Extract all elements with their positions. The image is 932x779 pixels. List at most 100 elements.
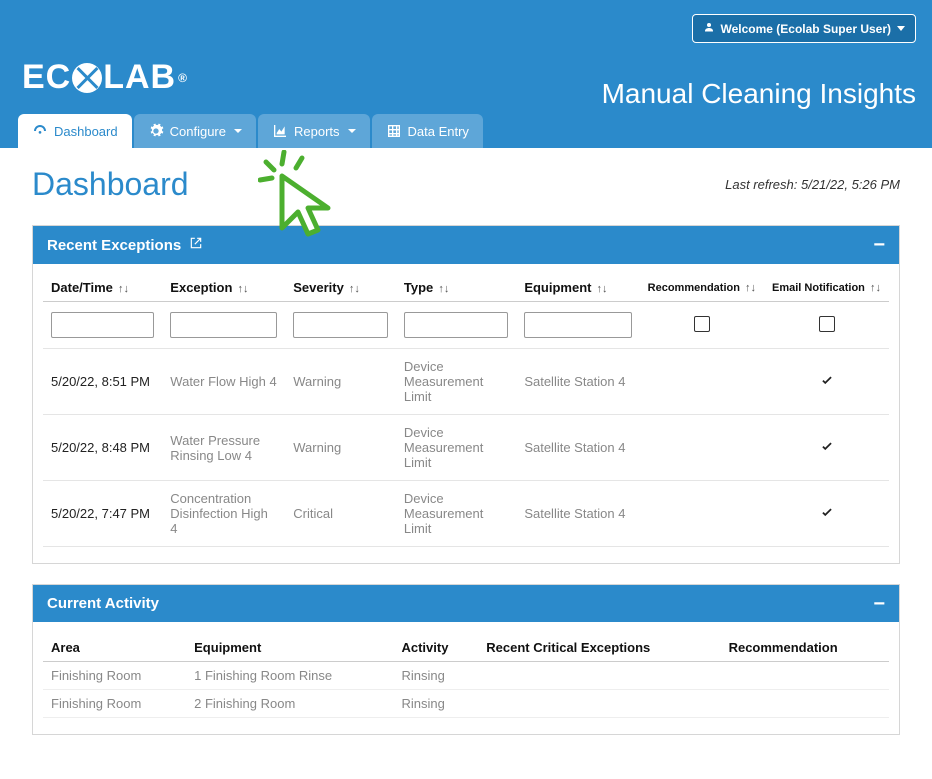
col-email-notification[interactable]: Email Notification ↑↓ [764,274,889,302]
tab-reports[interactable]: Reports [258,114,370,148]
sort-icon: ↑↓ [234,283,248,295]
cell-activity: Rinsing [393,662,478,690]
current-activity-table: Area Equipment Activity Recent Critical … [43,632,889,718]
grid-icon [386,123,402,139]
filter-datetime-input[interactable] [51,312,154,338]
cell-severity: Warning [285,415,396,481]
sort-icon: ↑↓ [435,283,449,295]
col-activity[interactable]: Activity [393,632,478,662]
current-activity-panel: Current Activity − Area Equipment Activi… [32,584,900,735]
cell-datetime: 5/20/22, 7:47 PM [43,481,162,547]
tab-configure[interactable]: Configure [134,114,256,148]
cell-recommendation [640,481,764,547]
sort-icon: ↑↓ [867,282,881,294]
recent-exceptions-table: Date/Time ↑↓ Exception ↑↓ Severity ↑↓ Ty… [43,274,889,547]
page-title: Dashboard [32,166,189,203]
tab-reports-label: Reports [294,124,340,139]
cell-recommendation [640,349,764,415]
tab-dashboard-label: Dashboard [54,124,118,139]
cell-datetime: 5/20/22, 8:48 PM [43,415,162,481]
col-exception[interactable]: Exception ↑↓ [162,274,285,302]
cell-equipment: 1 Finishing Room Rinse [186,662,393,690]
cell-recent-critical [478,662,720,690]
last-refresh-label: Last refresh: 5/21/22, 5:26 PM [725,177,900,192]
current-activity-title: Current Activity [47,595,159,612]
collapse-button[interactable]: − [873,238,885,252]
cell-email [764,349,889,415]
cell-email [764,481,889,547]
chart-icon [272,123,288,139]
nav-tabs: Dashboard Configure Reports Data Entry [18,114,483,148]
collapse-button[interactable]: − [873,597,885,611]
col-equipment[interactable]: Equipment [186,632,393,662]
logo-text-2: LAB [103,58,176,97]
table-row: 5/20/22, 8:51 PM Water Flow High 4 Warni… [43,349,889,415]
recent-exceptions-panel: Recent Exceptions − Date/Time ↑↓ Excepti… [32,225,900,564]
cell-equipment: Satellite Station 4 [516,349,639,415]
col-datetime[interactable]: Date/Time ↑↓ [43,274,162,302]
cell-area: Finishing Room [43,662,186,690]
col-equipment[interactable]: Equipment ↑↓ [516,274,639,302]
cell-severity: Critical [285,481,396,547]
cell-exception: Concentration Disinfection High 4 [162,481,285,547]
app-title: Manual Cleaning Insights [602,78,916,110]
sort-icon: ↑↓ [115,283,129,295]
cell-severity: Warning [285,349,396,415]
cell-recommendation [640,415,764,481]
logo-text-1: EC [22,58,71,97]
filter-recommendation-checkbox[interactable] [694,316,710,332]
table-row: 5/20/22, 7:47 PM Concentration Disinfect… [43,481,889,547]
cell-activity: Rinsing [393,690,478,718]
col-type[interactable]: Type ↑↓ [396,274,516,302]
chevron-down-icon [234,129,242,133]
cell-equipment: Satellite Station 4 [516,415,639,481]
cell-equipment: Satellite Station 4 [516,481,639,547]
logo-mark-icon [72,63,102,93]
sort-icon: ↑↓ [593,283,607,295]
cell-area: Finishing Room [43,690,186,718]
filter-exception-input[interactable] [170,312,277,338]
cell-type: Device Measurement Limit [396,349,516,415]
chevron-down-icon [348,129,356,133]
check-icon [820,375,834,390]
cell-recommendation [721,690,889,718]
cell-equipment: 2 Finishing Room [186,690,393,718]
col-area[interactable]: Area [43,632,186,662]
recent-exceptions-title: Recent Exceptions [47,237,181,254]
panel-header: Recent Exceptions − [33,226,899,264]
table-row: Finishing Room 1 Finishing Room Rinse Ri… [43,662,889,690]
tab-configure-label: Configure [170,124,226,139]
cell-email [764,415,889,481]
cell-type: Device Measurement Limit [396,481,516,547]
filter-severity-input[interactable] [293,312,388,338]
gear-icon [148,123,164,139]
panel-header: Current Activity − [33,585,899,622]
dashboard-icon [32,123,48,139]
logo: ECLAB® [22,58,188,97]
table-row: Finishing Room 2 Finishing Room Rinsing [43,690,889,718]
col-recommendation[interactable]: Recommendation ↑↓ [640,274,764,302]
user-welcome-label: Welcome (Ecolab Super User) [721,22,892,36]
chevron-down-icon [897,26,905,31]
check-icon [820,507,834,522]
filter-equipment-input[interactable] [524,312,631,338]
cell-exception: Water Flow High 4 [162,349,285,415]
cell-datetime: 5/20/22, 8:51 PM [43,349,162,415]
filter-email-checkbox[interactable] [819,316,835,332]
sort-icon: ↑↓ [742,282,756,294]
check-icon [820,441,834,456]
tab-data-entry[interactable]: Data Entry [372,114,483,148]
tab-data-entry-label: Data Entry [408,124,469,139]
filter-type-input[interactable] [404,312,508,338]
table-row: 5/20/22, 8:48 PM Water Pressure Rinsing … [43,415,889,481]
cell-type: Device Measurement Limit [396,415,516,481]
sort-icon: ↑↓ [346,283,360,295]
col-recent-critical[interactable]: Recent Critical Exceptions [478,632,720,662]
user-menu-button[interactable]: Welcome (Ecolab Super User) [692,14,917,43]
cell-exception: Water Pressure Rinsing Low 4 [162,415,285,481]
col-severity[interactable]: Severity ↑↓ [285,274,396,302]
cell-recent-critical [478,690,720,718]
popout-icon[interactable] [189,236,203,254]
col-recommendation[interactable]: Recommendation [721,632,889,662]
tab-dashboard[interactable]: Dashboard [18,114,132,148]
